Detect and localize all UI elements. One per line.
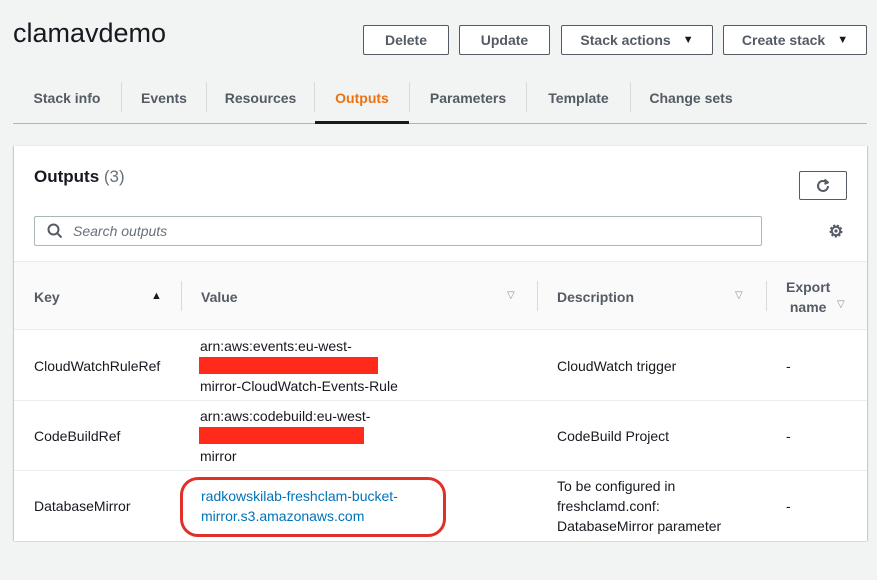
stack-actions-button[interactable]: Stack actions ▼ [561,25,713,55]
delete-label: Delete [384,32,428,48]
output-export-name: - [786,428,791,444]
search-outputs-field[interactable] [34,216,762,246]
table-row: DatabaseMirror radkowskilab-freshclam-bu… [14,471,867,541]
column-header-value[interactable]: Value [201,262,501,331]
tab-change-sets[interactable]: Change sets [631,72,751,123]
output-value-cell: radkowskilab-freshclam-bucket- mirror.s3… [201,471,398,541]
output-key: CloudWatchRuleRef [34,358,161,374]
tab-events[interactable]: Events [122,72,206,123]
tab-resources[interactable]: Resources [207,72,314,123]
column-divider [537,281,538,311]
output-key: DatabaseMirror [34,498,131,514]
output-description-text: To be configured in freshclamd.conf: Dat… [557,478,722,534]
stack-title: clamavdemo [13,18,167,48]
column-key-label: Key [34,288,60,305]
database-mirror-link[interactable]: radkowskilab-freshclam-bucket- mirror.s3… [201,486,398,526]
caret-down-icon: ▼ [837,34,849,46]
update-label: Update [480,32,529,48]
column-export-name-label: Export name [786,278,831,315]
table-row: CodeBuildRef arn:aws:codebuild:eu-west- … [14,401,867,471]
column-description-label: Description [557,288,635,305]
sort-icon[interactable]: ▽ [837,299,845,310]
column-header-description[interactable]: Description [557,262,727,331]
tab-parameters[interactable]: Parameters [410,72,526,123]
column-divider [181,281,182,311]
refresh-icon [817,178,829,192]
redaction-mark [199,357,378,374]
stack-tabs: Stack info Events Resources Outputs Para… [13,72,867,124]
tab-template[interactable]: Template [527,72,630,123]
create-stack-label: Create stack [741,32,826,48]
table-header: Key ▲ Value ▽ Description ▽ Export name … [14,261,867,330]
output-description: To be configured in freshclamd.conf: Dat… [557,471,721,541]
update-button[interactable]: Update [459,25,550,55]
gear-icon[interactable] [827,222,845,240]
table-row: CloudWatchRuleRef arn:aws:events:eu-west… [14,331,867,401]
create-stack-button[interactable]: Create stack ▼ [723,25,867,55]
redaction-mark [199,427,364,444]
output-description: CodeBuild Project [557,428,670,444]
output-export-name: - [786,358,791,374]
tab-stack-info[interactable]: Stack info [13,72,121,123]
stack-actions-label: Stack actions [580,32,671,48]
sort-icon[interactable]: ▽ [507,290,515,301]
sort-ascending-icon[interactable]: ▲ [151,290,162,302]
outputs-heading: Outputs (3) [34,167,125,187]
tab-outputs[interactable]: Outputs [315,72,409,124]
search-input[interactable] [73,223,723,239]
column-header-export-name[interactable]: Export name [786,262,841,331]
outputs-title: Outputs [34,167,100,186]
outputs-panel: Outputs (3) Key ▲ Value ▽ Description [14,145,867,541]
search-icon [47,223,63,239]
delete-button[interactable]: Delete [363,25,449,55]
output-key: CodeBuildRef [34,428,121,444]
outputs-count: (3) [103,167,125,186]
refresh-button[interactable] [799,171,847,200]
column-divider [766,281,767,311]
caret-down-icon: ▼ [682,34,694,46]
column-header-key[interactable]: Key [34,262,164,331]
output-description: CloudWatch trigger [557,358,677,374]
sort-icon[interactable]: ▽ [735,290,743,301]
output-export-name: - [786,498,791,514]
column-value-label: Value [201,288,238,305]
